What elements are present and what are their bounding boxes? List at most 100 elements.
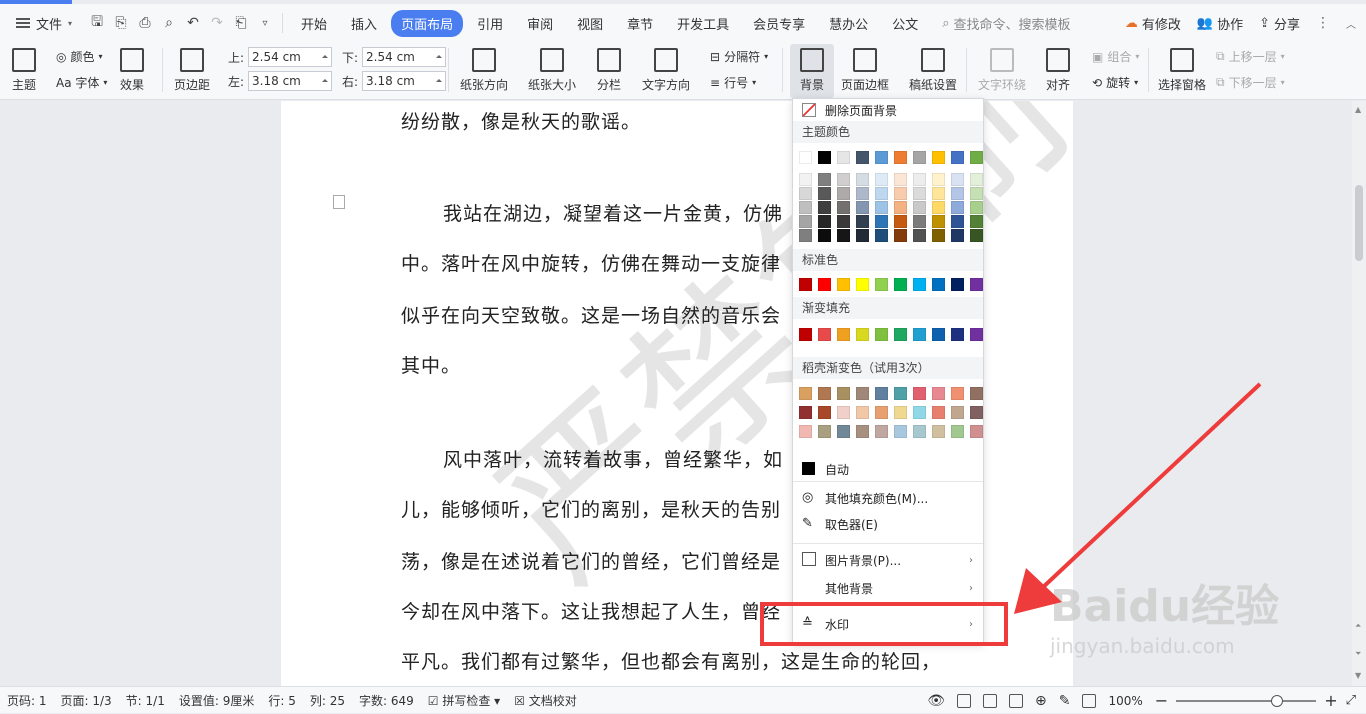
gradient-swatch[interactable] [932,328,945,341]
theme-shade-swatch[interactable] [799,215,812,228]
shell-gradient-swatch[interactable] [932,406,945,419]
theme-shade-swatch[interactable] [970,173,983,186]
theme-shade-swatch[interactable] [932,201,945,214]
standard-color-swatch[interactable] [970,278,983,291]
group-button[interactable]: ▣ 组合 ▾ [1092,48,1139,65]
shell-gradient-swatch[interactable] [837,425,850,438]
theme-shade-swatch[interactable] [875,215,888,228]
theme-color-swatch[interactable] [818,151,831,164]
text-wrap-button[interactable]: 文字环绕 [978,48,1026,93]
theme-shade-swatch[interactable] [837,187,850,200]
tab-member[interactable]: 会员专享 [743,10,815,37]
remove-background-item[interactable]: 删除页面背景 [793,99,983,121]
theme-shade-swatch[interactable] [970,187,983,200]
theme-shade-swatch[interactable] [818,215,831,228]
shell-gradient-swatch[interactable] [875,387,888,400]
page-border-button[interactable]: 页面边框 [841,48,889,93]
tab-chapter[interactable]: 章节 [617,10,663,37]
preview-icon[interactable]: ⌕ [158,12,180,34]
gradient-swatch[interactable] [856,328,869,341]
shell-gradient-swatch[interactable] [951,406,964,419]
tab-insert[interactable]: 插入 [341,10,387,37]
page-view-icon[interactable] [957,693,971,708]
theme-shade-swatch[interactable] [951,229,964,242]
outline-view-icon[interactable] [983,693,997,708]
word-count[interactable]: 字数: 649 [352,692,421,709]
page-count[interactable]: 页面: 1/3 [54,692,119,709]
send-backward-button[interactable]: ⧉ 下移一层 ▾ [1216,74,1285,91]
theme-shade-swatch[interactable] [818,201,831,214]
gradient-swatch[interactable] [799,328,812,341]
shell-gradient-swatch[interactable] [799,387,812,400]
shell-gradient-swatch[interactable] [799,425,812,438]
standard-color-swatch[interactable] [913,278,926,291]
theme-color-swatch[interactable] [875,151,888,164]
fullscreen-icon[interactable]: ⤢ [1346,693,1356,708]
shell-gradient-swatch[interactable] [951,425,964,438]
tab-review[interactable]: 审阅 [517,10,563,37]
bottom-margin-input[interactable]: 2.54 cm [362,47,447,67]
shell-gradient-swatch[interactable] [818,406,831,419]
theme-shade-swatch[interactable] [913,173,926,186]
other-background-item[interactable]: 其他背景 › [793,575,983,601]
picture-background-item[interactable]: 图片背景(P)... › [793,547,983,573]
theme-shade-swatch[interactable] [799,173,812,186]
spell-check-button[interactable]: ☑ 拼写检查 ▾ [421,692,507,709]
theme-shade-swatch[interactable] [913,187,926,200]
theme-button[interactable]: 主题 [12,48,36,93]
align-button[interactable]: 对齐 [1046,48,1070,93]
orientation-button[interactable]: 纸张方向 [460,48,508,93]
gradient-swatch[interactable] [875,328,888,341]
effects-button[interactable]: 效果 [120,48,144,93]
bring-forward-button[interactable]: ⧉ 上移一层 ▾ [1216,48,1285,65]
right-margin-input[interactable]: 3.18 cm [362,71,447,91]
tab-smart-office[interactable]: 慧办公 [819,10,878,37]
modified-button[interactable]: ☁ 有修改 [1125,14,1181,33]
columns-button[interactable]: 分栏 [597,48,621,93]
theme-shade-swatch[interactable] [856,229,869,242]
theme-shade-swatch[interactable] [894,229,907,242]
share-button[interactable]: ⇪ 分享 [1259,14,1300,33]
shell-gradient-swatch[interactable] [913,406,926,419]
theme-shade-swatch[interactable] [894,201,907,214]
print-icon[interactable]: ⎙ [134,12,156,34]
theme-shade-swatch[interactable] [951,187,964,200]
shell-gradient-swatch[interactable] [894,387,907,400]
theme-shade-swatch[interactable] [875,187,888,200]
shell-gradient-swatch[interactable] [818,387,831,400]
theme-shade-swatch[interactable] [799,201,812,214]
pen-icon[interactable]: ✎ [1059,693,1071,709]
theme-shade-swatch[interactable] [837,215,850,228]
standard-color-swatch[interactable] [875,278,888,291]
theme-color-swatch[interactable] [932,151,945,164]
shell-gradient-swatch[interactable] [856,387,869,400]
eye-icon[interactable]: 👁 [927,693,945,709]
theme-color-swatch[interactable] [951,151,964,164]
theme-shade-swatch[interactable] [932,173,945,186]
vertical-scrollbar[interactable]: ▲ ⏶ ⏷ ▼ [1352,101,1366,686]
scroll-thumb[interactable] [1355,185,1363,261]
gradient-swatch[interactable] [913,328,926,341]
theme-shade-swatch[interactable] [913,201,926,214]
tab-developer[interactable]: 开发工具 [667,10,739,37]
collapse-icon[interactable]: ︿ [1346,16,1356,31]
theme-shade-swatch[interactable] [799,187,812,200]
theme-shade-swatch[interactable] [875,201,888,214]
gradient-swatch[interactable] [970,328,983,341]
theme-shade-swatch[interactable] [837,201,850,214]
zoom-level[interactable]: 100% [1108,694,1142,708]
colors-button[interactable]: ◎ 颜色 ▾ [56,48,103,65]
theme-color-swatch[interactable] [799,151,812,164]
theme-color-swatch[interactable] [894,151,907,164]
theme-shade-swatch[interactable] [951,201,964,214]
theme-shade-swatch[interactable] [818,187,831,200]
selection-pane-button[interactable]: 选择窗格 [1158,48,1206,93]
theme-color-swatch[interactable] [913,151,926,164]
collaborate-button[interactable]: 👥 协作 [1197,14,1243,33]
export-icon[interactable]: ⎘ [110,12,132,34]
standard-color-swatch[interactable] [799,278,812,291]
scroll-page-up-icon[interactable]: ⏶ [1355,621,1361,631]
theme-shade-swatch[interactable] [951,215,964,228]
breaks-button[interactable]: ⊟ 分隔符 ▾ [710,48,768,65]
line-numbers-button[interactable]: ≡ 行号 ▾ [710,74,756,91]
